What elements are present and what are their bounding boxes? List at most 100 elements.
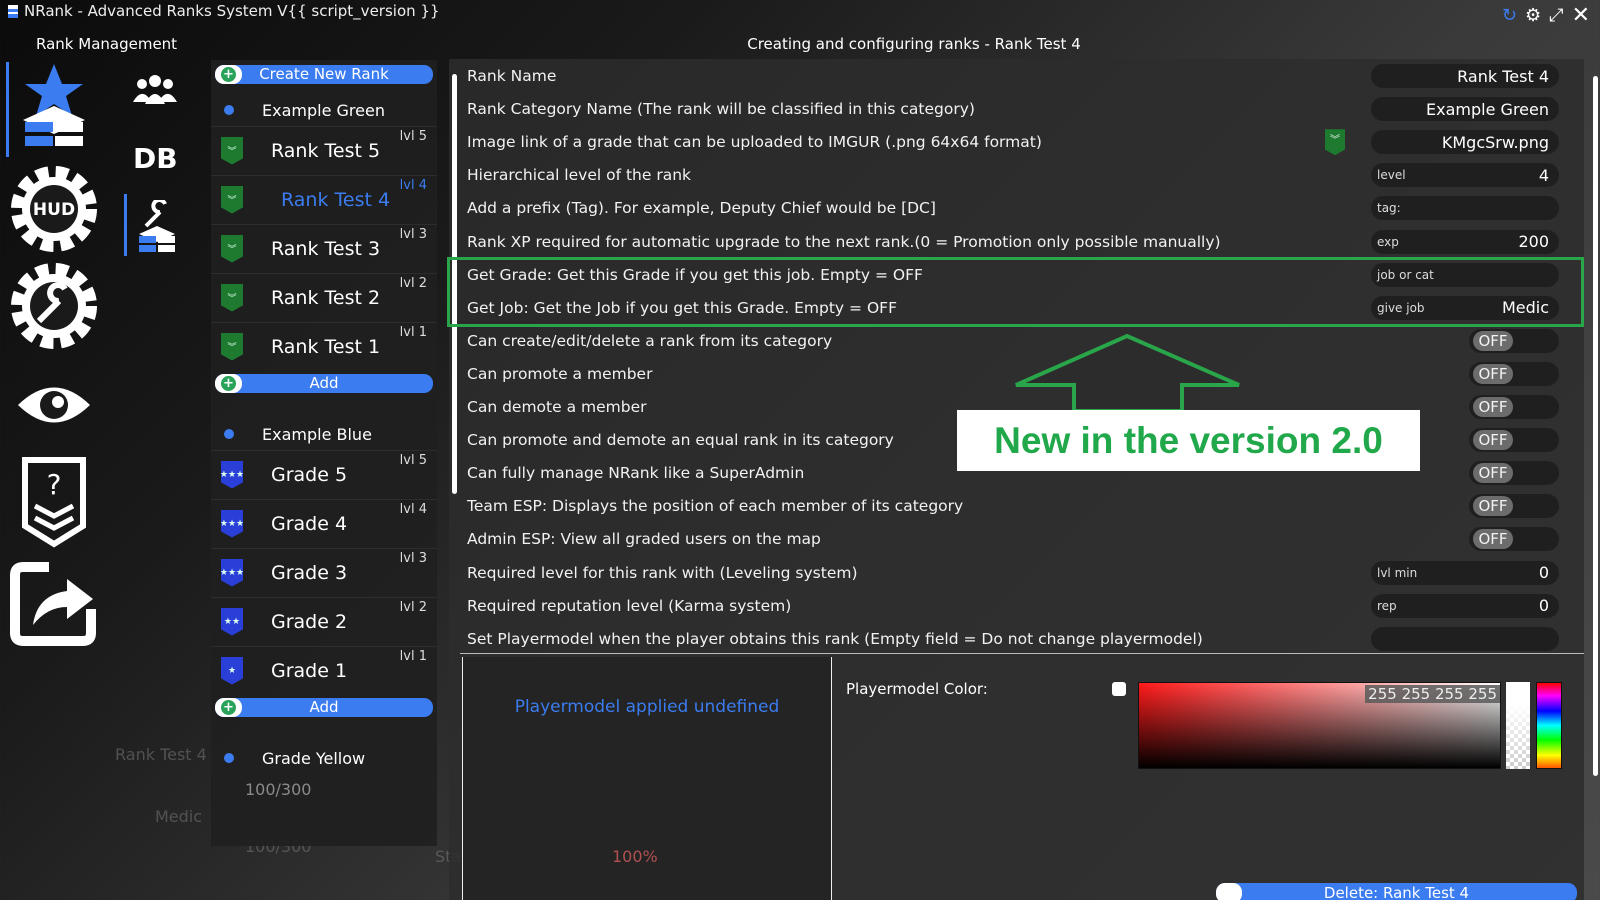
rank-level: lvl 2 bbox=[399, 276, 427, 291]
title-bar: NRank - Advanced Ranks System V{{ script… bbox=[8, 2, 439, 20]
rank-level: lvl 5 bbox=[399, 453, 427, 468]
setting-label: Image link of a grade that can be upload… bbox=[467, 133, 1042, 152]
input-value: 0 bbox=[1538, 563, 1549, 582]
window-controls: ↻ ⚙ ⤢ ✕ bbox=[1502, 3, 1590, 28]
rank-help-icon[interactable]: ? bbox=[8, 456, 100, 548]
delete-icon bbox=[1216, 883, 1242, 900]
star-badge-icon: ★★★ bbox=[221, 460, 243, 489]
members-icon[interactable] bbox=[133, 72, 177, 110]
hud-job: Medic bbox=[155, 807, 203, 826]
rank-level: lvl 5 bbox=[399, 129, 427, 144]
rank-name: Grade 4 bbox=[271, 512, 348, 535]
gear-icon[interactable]: ⚙ bbox=[1525, 5, 1541, 26]
outer-scrollbar[interactable] bbox=[1593, 76, 1598, 776]
rank-item[interactable]: ★★★ Grade 3 lvl 3 bbox=[211, 548, 437, 596]
rank-item[interactable]: ︾ Rank Test 5 lvl 5 bbox=[211, 126, 437, 174]
rank-item[interactable]: ︾ Rank Test 4 lvl 4 bbox=[211, 175, 437, 223]
hud-settings-icon[interactable]: HUD bbox=[8, 163, 100, 255]
setting-row: Set Playermodel when the player obtains … bbox=[467, 623, 1577, 655]
toggle-state: OFF bbox=[1473, 529, 1513, 550]
up-arrow-annotation bbox=[1015, 333, 1240, 413]
category-header[interactable]: Example Blue bbox=[211, 419, 437, 449]
setting-label: Set Playermodel when the player obtains … bbox=[467, 629, 1203, 648]
category-header[interactable]: Example Green bbox=[211, 95, 437, 125]
sub-selection-indicator bbox=[124, 194, 127, 256]
rank-item[interactable]: ★★★ Grade 4 lvl 4 bbox=[211, 499, 437, 547]
rank-name: Rank Test 4 bbox=[281, 188, 391, 211]
rank-item[interactable]: ★★★ Grade 5 lvl 5 bbox=[211, 450, 437, 498]
setting-row: Required reputation level (Karma system)… bbox=[467, 590, 1577, 622]
text-input[interactable]: tag: bbox=[1371, 196, 1559, 221]
settings-wrench-icon[interactable] bbox=[8, 260, 100, 352]
color-picker-gradient[interactable]: 255 255 255 255 bbox=[1138, 682, 1501, 769]
text-input[interactable]: exp 200 bbox=[1371, 229, 1559, 254]
text-input[interactable]: Rank Test 4 bbox=[1371, 64, 1559, 88]
toggle-switch[interactable]: OFF bbox=[1469, 461, 1559, 486]
text-input[interactable]: level 4 bbox=[1371, 163, 1559, 188]
rank-config-icon[interactable] bbox=[138, 198, 176, 258]
rank-item[interactable]: ︾ Rank Test 3 lvl 3 bbox=[211, 224, 437, 272]
input-placeholder: lvl min bbox=[1377, 565, 1418, 580]
text-input[interactable]: rep 0 bbox=[1371, 593, 1559, 618]
add-rank-button[interactable]: + Add bbox=[215, 698, 433, 717]
text-input[interactable]: Example Green bbox=[1371, 97, 1559, 122]
hue-slider[interactable] bbox=[1536, 682, 1562, 769]
rank-management-icon[interactable] bbox=[8, 62, 100, 154]
text-input[interactable]: lvl min 0 bbox=[1371, 560, 1559, 585]
close-icon[interactable]: ✕ bbox=[1572, 3, 1590, 28]
eye-icon[interactable] bbox=[8, 359, 100, 451]
star-badge-icon: ★★★ bbox=[221, 509, 243, 538]
toggle-switch[interactable]: OFF bbox=[1469, 527, 1559, 552]
input-placeholder: level bbox=[1377, 168, 1406, 183]
category-name: Example Green bbox=[262, 100, 385, 120]
rank-item[interactable]: ︾ Rank Test 1 lvl 1 bbox=[211, 322, 437, 370]
input-value: Example Green bbox=[1426, 99, 1549, 119]
sidebar-title: Rank Management bbox=[36, 35, 178, 53]
toggle-switch[interactable]: OFF bbox=[1469, 395, 1559, 419]
setting-row: Required level for this rank with (Level… bbox=[467, 557, 1577, 589]
add-rank-button[interactable]: + Add bbox=[215, 374, 433, 393]
toggle-switch[interactable]: OFF bbox=[1469, 361, 1559, 386]
delete-rank-button[interactable]: Delete: Rank Test 4 bbox=[1216, 883, 1577, 900]
hud-rank: Rank Test 4 bbox=[115, 745, 207, 764]
setting-label: Rank Category Name (The rank will be cla… bbox=[467, 100, 975, 119]
rank-level: lvl 3 bbox=[399, 227, 427, 242]
rank-level: lvl 2 bbox=[399, 600, 427, 615]
category-dot-icon bbox=[224, 753, 234, 763]
rank-item[interactable]: ★★ Grade 2 lvl 2 bbox=[211, 597, 437, 645]
export-icon[interactable] bbox=[8, 558, 100, 650]
rank-item[interactable]: ★ Grade 1 lvl 1 bbox=[211, 646, 437, 694]
toggle-state: OFF bbox=[1473, 330, 1513, 351]
toggle-state: OFF bbox=[1473, 463, 1513, 484]
rank-name: Grade 5 bbox=[271, 463, 348, 486]
rank-list-panel: + Create New Rank Example Green ︾ Rank Test … bbox=[211, 60, 437, 846]
toggle-switch[interactable]: OFF bbox=[1469, 328, 1559, 353]
toggle-state: OFF bbox=[1473, 363, 1513, 384]
chevron-badge-icon: ︾ bbox=[221, 332, 243, 361]
category-header[interactable]: Grade Yellow bbox=[211, 743, 437, 773]
input-value: 0 bbox=[1538, 596, 1549, 616]
toggle-switch[interactable]: OFF bbox=[1469, 494, 1559, 519]
text-input[interactable]: KMgcSrw.png bbox=[1371, 130, 1559, 155]
color-checkbox[interactable] bbox=[1112, 682, 1126, 696]
color-value: 255 255 255 255 bbox=[1365, 685, 1500, 703]
input-placeholder: tag: bbox=[1377, 201, 1401, 216]
database-icon[interactable]: DB bbox=[133, 142, 178, 175]
toggle-switch[interactable]: OFF bbox=[1469, 428, 1559, 453]
text-input[interactable] bbox=[1371, 626, 1559, 651]
hud-stamina-pct: 100% bbox=[612, 847, 658, 866]
rank-item[interactable]: ︾ Rank Test 2 lvl 2 bbox=[211, 273, 437, 321]
setting-label: Can demote a member bbox=[467, 398, 647, 416]
rank-level: lvl 1 bbox=[399, 649, 427, 664]
add-icon: + bbox=[215, 698, 242, 717]
rank-level: lvl 4 bbox=[399, 502, 427, 517]
playermodel-applied-text: Playermodel applied undefined bbox=[514, 697, 780, 717]
input-placeholder: exp bbox=[1377, 234, 1399, 249]
new-feature-highlight bbox=[447, 257, 1584, 327]
alpha-slider[interactable] bbox=[1506, 682, 1530, 769]
refresh-icon[interactable]: ↻ bbox=[1502, 5, 1517, 26]
maximize-icon[interactable]: ⤢ bbox=[1549, 5, 1563, 26]
add-label: Add bbox=[309, 698, 339, 716]
create-new-rank-button[interactable]: + Create New Rank bbox=[215, 65, 433, 84]
version-announcement: New in the version 2.0 bbox=[957, 410, 1420, 471]
